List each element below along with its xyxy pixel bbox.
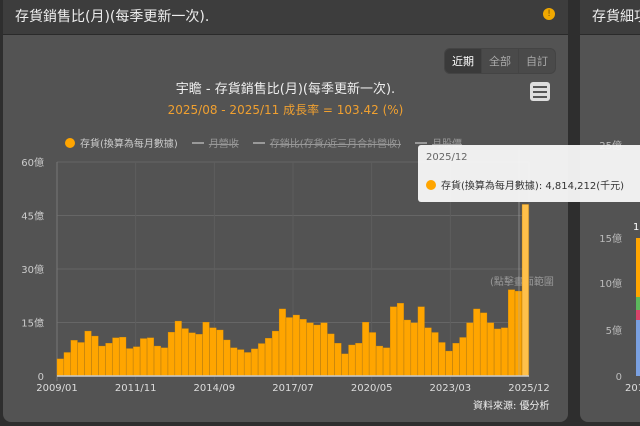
- bar: [341, 353, 349, 377]
- bar: [63, 352, 71, 377]
- bar: [480, 312, 488, 377]
- right-bar-label: 1: [633, 222, 639, 233]
- bar: [313, 324, 321, 377]
- x-tick-label: 2017/07: [272, 383, 314, 394]
- bar: [334, 343, 342, 377]
- x-tick-label: 2020/05: [351, 383, 393, 394]
- bar: [265, 338, 272, 377]
- bar: [140, 338, 147, 377]
- bar: [77, 342, 85, 377]
- right-y-tick-label: 10億: [599, 277, 622, 290]
- tooltip-date: 2025/12: [426, 152, 468, 163]
- x-tick-label: 2014/09: [194, 383, 236, 394]
- right-x-tick-label: 201: [625, 383, 640, 394]
- bar: [292, 314, 300, 377]
- bar: [473, 308, 481, 377]
- right-stacked-bar-segment: [636, 320, 640, 376]
- bar: [237, 349, 245, 377]
- bar: [112, 337, 120, 377]
- bar: [299, 319, 307, 377]
- bar: [348, 344, 356, 377]
- bar: [424, 327, 432, 377]
- bar: [306, 322, 314, 377]
- right-y-tick-label: 15億: [599, 232, 622, 245]
- bar: [147, 337, 154, 377]
- bar: [251, 348, 259, 377]
- bar: [327, 333, 335, 377]
- right-y-tick-label: 0: [616, 372, 622, 383]
- bar: [181, 328, 189, 377]
- tooltip: 2025/12 存貨(換算為每月數據): 4,814,212(千元): [418, 145, 640, 202]
- bar: [390, 306, 397, 377]
- tooltip-series: 存貨(換算為每月數據): [441, 181, 539, 192]
- bar: [126, 348, 134, 377]
- bar: [355, 343, 363, 377]
- bar: [98, 345, 106, 377]
- x-tick-label: 2009/01: [36, 383, 78, 394]
- bar: [466, 322, 474, 377]
- bar: [195, 334, 203, 377]
- bar: [56, 358, 64, 377]
- bar: [133, 346, 141, 377]
- bar: [459, 337, 467, 377]
- right-y-tick-label: 5億: [606, 324, 622, 337]
- bar: [438, 342, 446, 377]
- y-tick-label: 45億: [21, 210, 44, 223]
- bar: [272, 330, 279, 377]
- bar: [362, 321, 370, 377]
- right-stacked-bar-segment: [636, 310, 640, 320]
- y-tick-label: 0: [38, 372, 44, 383]
- y-tick-label: 30億: [21, 263, 44, 276]
- bar: [410, 322, 418, 377]
- bar: [431, 332, 439, 377]
- bar: [396, 303, 404, 377]
- x-tick-label: 2023/03: [430, 383, 472, 394]
- bar: [452, 343, 460, 377]
- bar: [278, 308, 286, 377]
- bar: [521, 204, 529, 377]
- bar: [417, 306, 425, 377]
- bar: [508, 289, 515, 377]
- y-tick-label: 15億: [21, 317, 44, 330]
- bar: [285, 317, 293, 377]
- bar: [202, 321, 210, 377]
- tooltip-value: 4,814,212(千元): [545, 181, 625, 192]
- bar: [119, 336, 127, 377]
- bar: [244, 352, 252, 377]
- bar: [487, 322, 495, 377]
- bar: [230, 347, 238, 377]
- bar: [154, 345, 161, 377]
- x-tick-label: 2011/11: [115, 383, 157, 394]
- bar: [383, 347, 390, 377]
- bar: [209, 327, 217, 377]
- bar: [84, 330, 92, 377]
- bar: [514, 290, 522, 377]
- bar: [188, 332, 196, 377]
- y-tick-label: 60億: [21, 156, 44, 169]
- bar: [258, 343, 265, 377]
- bar: [369, 332, 377, 377]
- bar: [160, 347, 168, 377]
- bar: [320, 322, 328, 377]
- tooltip-dot-icon: [426, 180, 436, 190]
- right-stacked-bar-segment: [636, 297, 640, 310]
- bar: [494, 328, 501, 377]
- bar: [501, 327, 508, 377]
- bar: [223, 339, 231, 377]
- inventory-bar-chart[interactable]: 015億30億45億60億2009/01 2011/11 2014/09 2017/0…: [0, 0, 640, 426]
- bar: [105, 343, 113, 377]
- x-tick-label: 2025/12: [508, 383, 550, 394]
- bar: [376, 345, 383, 377]
- bar: [216, 329, 224, 377]
- bar: [174, 320, 182, 377]
- bar: [91, 335, 99, 377]
- bar: [167, 331, 175, 377]
- bar: [403, 319, 411, 377]
- bar: [445, 350, 453, 377]
- bar: [70, 340, 78, 377]
